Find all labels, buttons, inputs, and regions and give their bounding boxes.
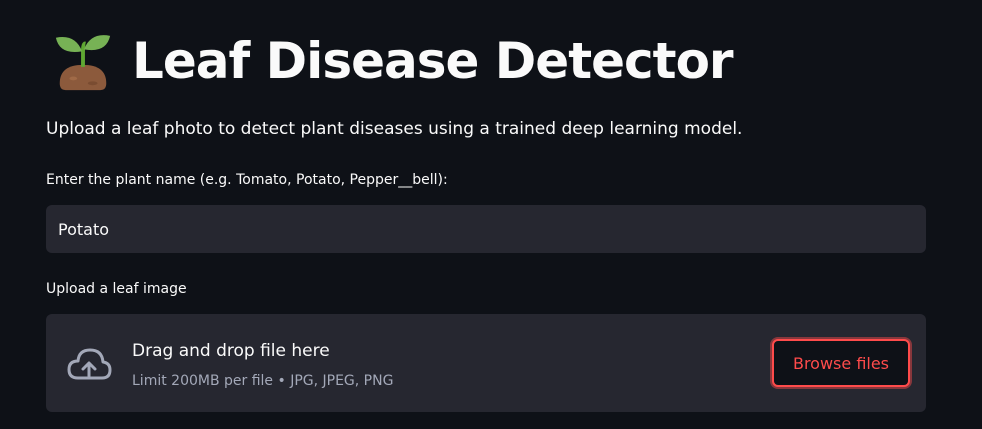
dropzone-instructions: Drag and drop file here xyxy=(132,341,330,361)
app-page: Leaf Disease Detector Upload a leaf phot… xyxy=(0,0,982,429)
seedling-icon xyxy=(55,35,111,91)
intro-text: Upload a leaf photo to detect plant dise… xyxy=(46,119,743,139)
plant-name-input[interactable] xyxy=(46,205,926,253)
file-dropzone[interactable]: Drag and drop file here Limit 200MB per … xyxy=(46,314,926,412)
cloud-upload-icon xyxy=(67,348,112,380)
dropzone-file-limit: Limit 200MB per file • JPG, JPEG, PNG xyxy=(132,373,394,389)
title-row: Leaf Disease Detector xyxy=(52,26,734,96)
browse-files-button[interactable]: Browse files xyxy=(772,339,910,387)
plant-name-label: Enter the plant name (e.g. Tomato, Potat… xyxy=(46,172,448,188)
upload-label: Upload a leaf image xyxy=(46,281,187,297)
page-title: Leaf Disease Detector xyxy=(132,32,734,90)
